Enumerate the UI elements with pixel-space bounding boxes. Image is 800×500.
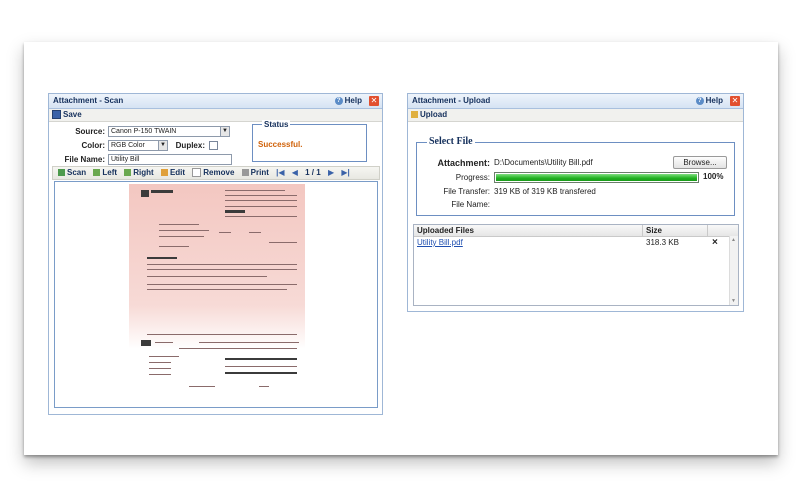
source-label: Source: xyxy=(75,127,105,136)
scan-nav-toolbar: Scan Left Right Edit Remove Print |◀ ◀ 1… xyxy=(52,166,380,180)
upload-progress-bar xyxy=(494,172,699,183)
help-icon: ? xyxy=(695,96,704,105)
rotate-left-button[interactable]: Left xyxy=(93,167,117,179)
source-select[interactable]: Canon P-150 TWAIN ▼ xyxy=(108,126,230,137)
rotate-left-icon xyxy=(93,169,101,177)
attachment-label: Attachment: xyxy=(437,158,490,168)
color-select-value: RGB Color xyxy=(111,142,145,149)
column-header-size[interactable]: Size xyxy=(646,225,662,236)
edit-button[interactable]: Edit xyxy=(160,167,185,179)
color-select[interactable]: RGB Color ▼ xyxy=(108,140,168,151)
upload-help-link[interactable]: ? Help xyxy=(695,94,723,108)
select-file-legend: Select File xyxy=(427,136,475,147)
scan-window: Attachment - Scan ? Help ✕ Save Source: C… xyxy=(48,93,383,415)
rotate-right-icon xyxy=(124,169,132,177)
first-page-icon[interactable]: |◀ xyxy=(276,167,284,179)
last-page-icon[interactable]: ▶| xyxy=(341,167,349,179)
floppy-disk-icon xyxy=(52,110,61,120)
upload-filename-label: File Name: xyxy=(451,200,490,209)
upload-titlebar: Attachment - Upload ? Help ✕ xyxy=(408,94,743,109)
scan-help-link[interactable]: ? Help xyxy=(334,94,362,108)
source-select-value: Canon P-150 TWAIN xyxy=(111,128,177,135)
page-indicator: 1 / 1 xyxy=(305,168,321,177)
help-icon: ? xyxy=(334,96,343,105)
scroll-down-icon[interactable]: ▼ xyxy=(731,298,736,304)
progress-fill xyxy=(496,174,697,181)
duplex-label: Duplex: xyxy=(175,141,205,150)
upload-window: Attachment - Upload ? Help ✕ Upload Selec… xyxy=(407,93,744,312)
status-legend: Status xyxy=(262,120,291,129)
grid-header: Uploaded Files Size xyxy=(414,225,738,237)
save-button[interactable]: Save xyxy=(52,110,82,120)
uploaded-file-link[interactable]: Utility Bill.pdf xyxy=(417,237,463,248)
grid-scrollbar[interactable]: ▲ ▼ xyxy=(729,236,738,305)
remove-button[interactable]: Remove xyxy=(192,167,234,179)
scan-preview-area[interactable] xyxy=(54,181,378,408)
remove-file-icon[interactable]: × xyxy=(712,237,718,248)
upload-close-icon[interactable]: ✕ xyxy=(730,96,740,106)
uploaded-files-grid: Uploaded Files Size Utility Bill.pdf 318… xyxy=(413,224,739,306)
select-file-fieldset: Select File Attachment: D:\Documents\Uti… xyxy=(416,136,735,216)
scanner-icon xyxy=(58,169,65,177)
scanned-document-thumbnail xyxy=(129,184,305,404)
status-fieldset: Status Successful. xyxy=(252,120,367,162)
screenshot-card: Attachment - Scan ? Help ✕ Save Source: C… xyxy=(24,42,778,455)
printer-icon xyxy=(241,169,249,177)
next-page-icon[interactable]: ▶ xyxy=(328,167,334,179)
file-transfer-label: File Transfer: xyxy=(443,187,490,196)
file-transfer-value: 319 KB of 319 KB transfered xyxy=(494,187,596,196)
chevron-down-icon: ▼ xyxy=(158,141,167,150)
upload-toolbar: Upload xyxy=(408,109,743,122)
attachment-path: D:\Documents\Utility Bill.pdf xyxy=(494,158,593,167)
status-text: Successful. xyxy=(258,140,303,149)
duplex-checkbox[interactable] xyxy=(209,141,218,150)
upload-button[interactable]: Upload xyxy=(411,110,447,119)
pencil-icon xyxy=(160,169,168,177)
color-label: Color: xyxy=(81,141,105,150)
chevron-down-icon: ▼ xyxy=(220,127,229,136)
scan-button[interactable]: Scan xyxy=(58,167,86,179)
upload-arrow-icon xyxy=(411,111,418,119)
scan-titlebar: Attachment - Scan ? Help ✕ xyxy=(49,94,382,109)
scroll-up-icon[interactable]: ▲ xyxy=(731,237,736,243)
uploaded-file-size: 318.3 KB xyxy=(646,238,679,247)
rotate-right-button[interactable]: Right xyxy=(124,167,154,179)
progress-percent: 100% xyxy=(703,172,724,181)
column-header-uploaded-files[interactable]: Uploaded Files xyxy=(417,225,474,236)
prev-page-icon[interactable]: ◀ xyxy=(292,167,298,179)
scan-close-icon[interactable]: ✕ xyxy=(369,96,379,106)
filename-label: File Name: xyxy=(64,155,105,164)
browse-button[interactable]: Browse... xyxy=(673,156,727,169)
print-button[interactable]: Print xyxy=(241,167,269,179)
page-icon xyxy=(192,168,202,178)
scan-toolbar: Save xyxy=(49,109,382,122)
scan-title: Attachment - Scan xyxy=(53,96,124,105)
table-row: Utility Bill.pdf 318.3 KB × xyxy=(414,237,729,248)
filename-input[interactable]: Utility Bill xyxy=(108,154,232,165)
progress-label: Progress: xyxy=(455,173,490,182)
upload-title: Attachment - Upload xyxy=(412,96,491,105)
